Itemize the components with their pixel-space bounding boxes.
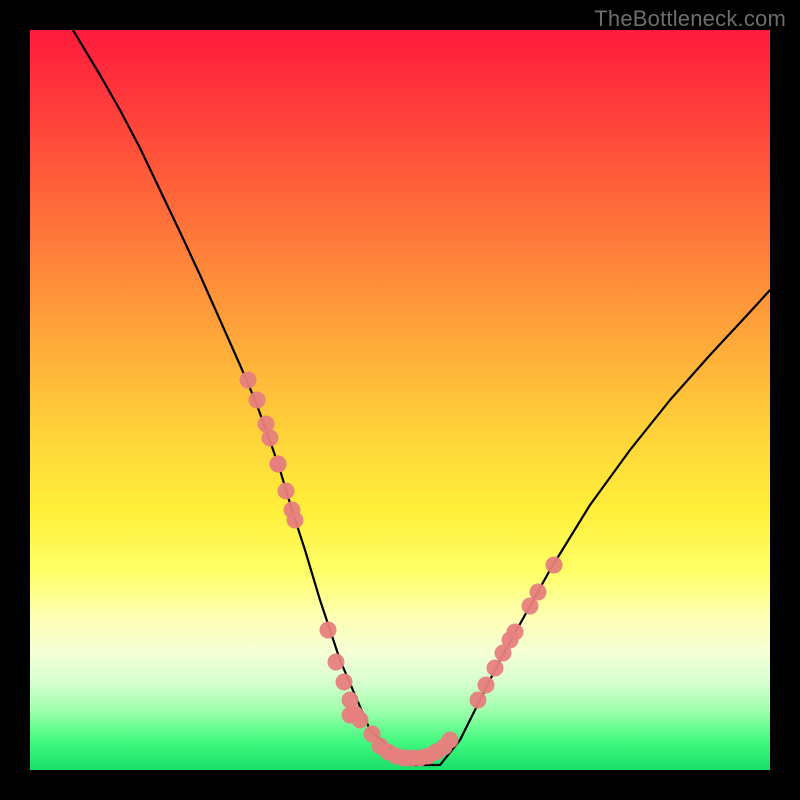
curve-marker — [262, 430, 279, 447]
curve-marker — [487, 660, 504, 677]
curve-marker — [352, 712, 369, 729]
chart-frame: TheBottleneck.com — [0, 0, 800, 800]
curve-marker — [546, 557, 563, 574]
curve-marker — [328, 654, 345, 671]
curve-marker — [287, 512, 304, 529]
curve-marker — [249, 392, 266, 409]
bottleneck-curve — [73, 30, 770, 765]
curve-marker — [240, 372, 257, 389]
curve-marker — [530, 584, 547, 601]
curve-marker — [478, 677, 495, 694]
curve-marker — [270, 456, 287, 473]
curve-marker — [320, 622, 337, 639]
curve-marker — [507, 624, 524, 641]
watermark-text: TheBottleneck.com — [594, 6, 786, 32]
curve-marker — [470, 692, 487, 709]
chart-svg — [30, 30, 770, 770]
curve-marker — [442, 732, 459, 749]
curve-marker — [336, 674, 353, 691]
plot-area — [30, 30, 770, 770]
curve-markers — [240, 372, 563, 767]
curve-marker — [278, 483, 295, 500]
